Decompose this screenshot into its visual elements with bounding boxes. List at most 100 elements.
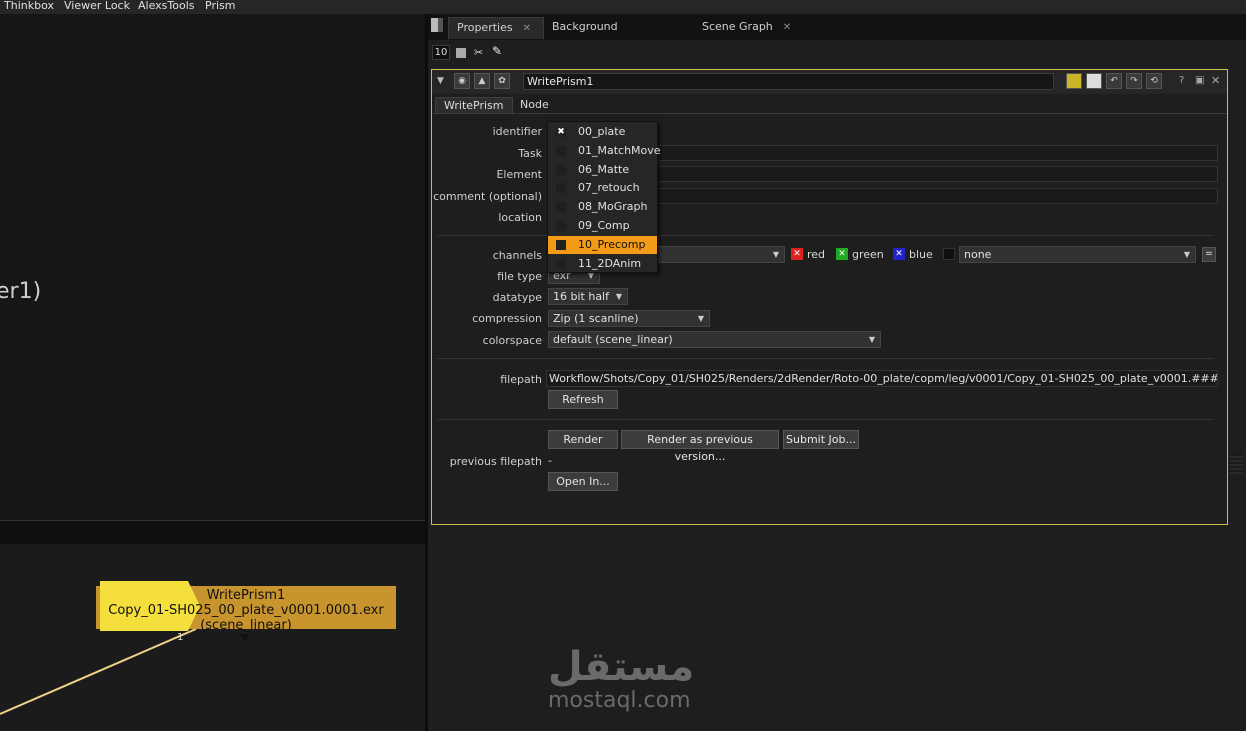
blue-checkbox[interactable]: ✕ [893,248,905,260]
output-arrow-icon [240,634,250,641]
node-name: WritePrism1 [206,588,286,603]
green-label: green [852,248,884,261]
refresh-button[interactable]: Refresh [548,390,618,409]
task-label: Task [518,147,542,160]
menu-item-label: 01_MatchMove [578,144,661,157]
node-colorspace: (scene_linear) [200,618,292,633]
extra-channel-checkbox[interactable] [943,248,955,260]
comment-label: comment (optional) [433,190,542,203]
menu-item-08-mograph[interactable]: 08_MoGraph [548,198,657,216]
tab-writeprism[interactable]: WritePrism [435,97,513,113]
node-icon[interactable]: ▲ [474,73,490,89]
close-icon[interactable]: ✕ [783,22,791,33]
menu-item-label: 00_plate [578,125,626,138]
render-button[interactable]: Render [548,430,618,449]
viewer-icon[interactable]: ◉ [454,73,470,89]
close-icon[interactable]: ✕ [523,23,531,34]
tab-properties-label: Properties [457,21,513,34]
menu-thinkbox[interactable]: Thinkbox [4,0,54,12]
edit-icon[interactable]: ✎ [492,44,502,58]
datatype-dropdown[interactable]: 16 bit half ▼ [548,288,628,305]
panel-menu-icon[interactable] [431,18,443,32]
filepath-label: filepath [500,373,542,386]
color-alt-icon[interactable] [1086,73,1102,89]
menu-item-09-comp[interactable]: 09_Comp [548,217,657,235]
checkbox-icon [556,240,566,250]
identifier-label: identifier [492,125,542,138]
chevron-down-icon: ▼ [697,314,704,323]
menu-item-10-precomp[interactable]: 10_Precomp [548,236,657,254]
tab-scene-graph[interactable]: Scene Graph ✕ [694,17,794,39]
checkbox-icon [556,259,566,269]
max-panels-field[interactable]: 10 [432,45,450,60]
datatype-value: 16 bit half [553,290,609,303]
red-label: red [807,248,826,261]
node-text: WritePrism1 Copy_01-SH025_00_plate_v0001… [96,588,396,633]
extra-channel-dropdown[interactable]: none ▼ [959,246,1196,263]
menu-item-07-retouch[interactable]: 07_retouch [548,179,657,197]
submit-job-button[interactable]: Submit Job... [783,430,859,449]
menu-viewer-lock[interactable]: Viewer Lock [64,0,130,12]
close-icon[interactable]: ✕ [1211,74,1220,87]
viewer-label: er1) [0,279,42,304]
green-checkbox[interactable]: ✕ [836,248,848,260]
checkbox-icon [556,183,566,193]
panel-tab-bar: Properties ✕ Background Renders✕ Scene Gr… [428,14,1246,53]
menu-item-label: 10_Precomp [578,238,646,251]
float-icon[interactable]: ▣ [1195,75,1204,86]
panel-splitter[interactable] [0,520,425,544]
color-icon[interactable] [1066,73,1082,89]
render-previous-version-button[interactable]: Render as previous version... [621,430,779,463]
node-name-field[interactable]: WritePrism1 [523,73,1054,90]
clear-icon[interactable]: ✂ [474,46,483,59]
node-connection-svg [0,628,250,715]
watermark-latin: mostaql.com [548,688,691,713]
previous-filepath-label: previous filepath [449,455,542,468]
node-input-index: 1 [177,632,184,643]
checkbox-icon [556,165,566,175]
properties-header: ▼ ◉ ▲ ✿ WritePrism1 ↶ ↷ ⟲ ? ▣ ✕ [432,70,1227,94]
tab-node[interactable]: Node [512,97,557,113]
redo-icon[interactable]: ↷ [1126,73,1142,89]
location-label: location [498,211,542,224]
identifier-dropdown-menu: ✖ 00_plate 01_MatchMove 06_Matte 07_retou… [547,121,661,273]
tab-properties[interactable]: Properties ✕ [448,17,544,39]
collapse-icon[interactable]: ▼ [437,76,444,86]
lock-icon[interactable] [456,48,466,58]
open-in-button[interactable]: Open In... [548,472,618,491]
section-separator [437,358,1213,359]
help-icon[interactable]: ? [1179,75,1184,86]
channel-equal-button[interactable]: = [1202,247,1216,262]
compression-label: compression [472,312,542,325]
extra-channel-value: none [964,248,992,261]
revert-icon[interactable]: ⟲ [1146,73,1162,89]
colorspace-label: colorspace [482,334,542,347]
node-graph[interactable]: WritePrism1 Copy_01-SH025_00_plate_v0001… [0,544,425,731]
chevron-down-icon: ▼ [1183,250,1190,259]
settings-icon[interactable]: ✿ [494,73,510,89]
colorspace-dropdown[interactable]: default (scene_linear) ▼ [548,331,881,348]
check-icon: ✖ [556,127,566,137]
menu-prism[interactable]: Prism [205,0,235,12]
tab-background-renders[interactable]: Background Renders✕ [544,17,684,53]
menu-item-06-matte[interactable]: 06_Matte [548,161,657,179]
red-checkbox[interactable]: ✕ [791,248,803,260]
checkbox-icon [556,146,566,156]
menu-item-label: 09_Comp [578,219,630,232]
menu-bar: Thinkbox Viewer Lock AlexsTools Prism [0,0,1246,14]
resize-grip-icon[interactable] [1230,454,1242,474]
filepath-field[interactable]: Workflow/Shots/Copy_01/SH025/Renders/2dR… [546,370,1218,387]
compression-dropdown[interactable]: Zip (1 scanline) ▼ [548,310,710,327]
menu-item-00-plate[interactable]: ✖ 00_plate [548,123,657,141]
menu-item-11-2danim[interactable]: 11_2DAnim [548,255,657,273]
tab-divider [432,113,1227,114]
file-type-label: file type [497,270,542,283]
menu-alexstools[interactable]: AlexsTools [138,0,195,12]
chevron-down-icon: ▼ [772,250,779,259]
viewer-panel[interactable]: er1) [0,14,425,520]
previous-filepath-value: - [548,454,552,467]
menu-item-label: 08_MoGraph [578,200,648,213]
undo-icon[interactable]: ↶ [1106,73,1122,89]
colorspace-value: default (scene_linear) [553,333,673,346]
menu-item-01-matchmove[interactable]: 01_MatchMove [548,142,661,160]
